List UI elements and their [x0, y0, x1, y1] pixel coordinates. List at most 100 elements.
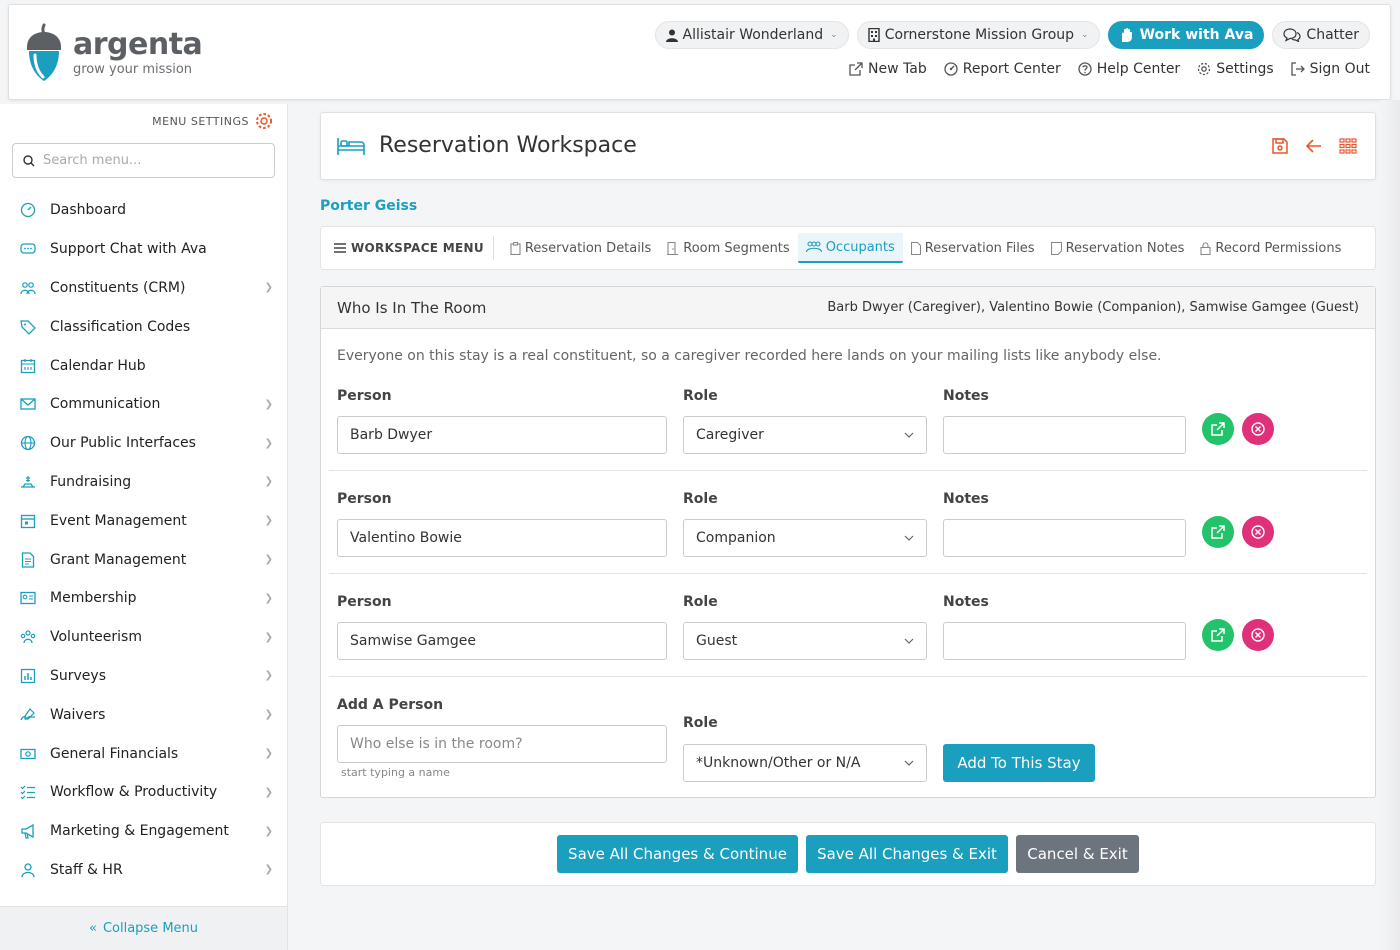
work-with-ava-button[interactable]: Work with Ava [1107, 21, 1265, 49]
notes-field[interactable] [943, 622, 1186, 660]
report-center-link[interactable]: Report Center [944, 61, 1061, 77]
sidebar-item-dashboard[interactable]: Dashboard [0, 191, 287, 230]
tab-reservation-details[interactable]: Reservation Details [502, 233, 659, 263]
brand-logo[interactable]: argenta grow your mission [23, 23, 203, 83]
chatter-button[interactable]: Chatter [1272, 21, 1370, 49]
brand-name: argenta [73, 27, 203, 62]
tab-occupants[interactable]: Occupants [797, 233, 903, 263]
open-record-button[interactable] [1202, 619, 1234, 651]
question-circle-icon [1078, 62, 1092, 76]
tab-room-segments[interactable]: Room Segments [659, 233, 797, 263]
sidebar-item-workflow-productivity[interactable]: Workflow & Productivity ❯ [0, 773, 287, 812]
sidebar-item-fundraising[interactable]: Fundraising ❯ [0, 463, 287, 502]
sidebar-item-calendar-hub[interactable]: Calendar Hub [0, 346, 287, 385]
role-select[interactable]: Caregiver [683, 416, 927, 454]
add-person-field[interactable] [337, 725, 667, 763]
sidebar-item-general-financials[interactable]: General Financials ❯ [0, 734, 287, 773]
envelope-icon [20, 398, 36, 411]
save-exit-button[interactable]: Save All Changes & Exit [806, 835, 1008, 873]
role-label: Role [683, 594, 718, 610]
save-continue-button[interactable]: Save All Changes & Continue [557, 835, 798, 873]
user-icon [665, 29, 678, 42]
add-role-value: *Unknown/Other or N/A [696, 755, 861, 771]
id-card-icon [20, 592, 36, 605]
role-label: Role [683, 388, 718, 404]
role-label: Role [683, 491, 718, 507]
arrow-left-icon[interactable] [1305, 137, 1323, 155]
tab-label: Occupants [825, 239, 895, 255]
sidebar-item-communication[interactable]: Communication ❯ [0, 385, 287, 424]
chevron-right-icon: ❯ [264, 476, 273, 488]
chevron-right-icon: ❯ [264, 437, 273, 449]
sidebar-item-label: Constituents (CRM) [50, 279, 186, 296]
grid-menu-icon[interactable] [1339, 137, 1357, 155]
tab-record-permissions[interactable]: Record Permissions [1192, 233, 1349, 263]
add-person-row: Add A Person start typing a name Role *U… [329, 694, 1367, 794]
sign-out-link[interactable]: Sign Out [1290, 61, 1370, 77]
menu-search-input[interactable] [43, 153, 253, 168]
add-role-label: Role [683, 715, 718, 731]
cancel-exit-button[interactable]: Cancel & Exit [1016, 835, 1139, 873]
role-select[interactable]: Guest [683, 622, 927, 660]
sidebar-item-classification-codes[interactable]: Classification Codes [0, 307, 287, 346]
notes-label: Notes [943, 594, 989, 610]
person-field[interactable]: Samwise Gamgee [337, 622, 667, 660]
menu-settings-button[interactable]: MENU SETTINGS [152, 112, 273, 130]
user-menu-button[interactable]: Allistair Wonderland ⌄ [654, 21, 849, 49]
document-icon [21, 551, 35, 568]
chevron-right-icon: ❯ [264, 670, 273, 682]
chevron-right-icon: ❯ [264, 631, 273, 643]
settings-link[interactable]: Settings [1197, 61, 1274, 77]
add-person-input[interactable] [350, 736, 666, 752]
sign-out-label: Sign Out [1309, 61, 1370, 77]
remove-occupant-button[interactable] [1242, 413, 1274, 445]
sidebar-item-surveys[interactable]: Surveys ❯ [0, 657, 287, 696]
sidebar-item-our-public-interfaces[interactable]: Our Public Interfaces ❯ [0, 424, 287, 463]
notes-field[interactable] [943, 519, 1186, 557]
sidebar-item-grant-management[interactable]: Grant Management ❯ [0, 540, 287, 579]
remove-occupant-button[interactable] [1242, 516, 1274, 548]
sidebar-item-marketing-engagement[interactable]: Marketing & Engagement ❯ [0, 812, 287, 851]
sidebar-item-waivers[interactable]: Waivers ❯ [0, 695, 287, 734]
ava-label: Work with Ava [1139, 27, 1254, 43]
chevron-right-icon: ❯ [264, 709, 273, 721]
door-icon [667, 241, 679, 255]
sidebar-item-constituents-crm[interactable]: Constituents (CRM) ❯ [0, 269, 287, 308]
workspace-menu-button[interactable]: WORKSPACE MENU [334, 236, 494, 260]
lock-icon [1200, 241, 1211, 255]
add-role-select[interactable]: *Unknown/Other or N/A [683, 744, 927, 782]
gear-icon [1198, 62, 1211, 76]
constituent-name-link[interactable]: Porter Geiss [320, 198, 417, 214]
sign-out-icon [1290, 62, 1305, 76]
tab-reservation-files[interactable]: Reservation Files [903, 233, 1043, 263]
donate-icon [21, 475, 35, 488]
megaphone-icon [21, 824, 34, 839]
sidebar-item-label: Workflow & Productivity [50, 784, 218, 801]
add-to-stay-button[interactable]: Add To This Stay [943, 744, 1095, 782]
help-center-link[interactable]: Help Center [1078, 61, 1180, 77]
sidebar-item-membership[interactable]: Membership ❯ [0, 579, 287, 618]
menu-search[interactable] [12, 143, 275, 178]
person-field[interactable]: Valentino Bowie [337, 519, 667, 557]
occupant-row: Person Role Notes Samwise Gamgee Guest [329, 591, 1367, 677]
collapse-menu-button[interactable]: « Collapse Menu [0, 906, 287, 950]
brand-tagline: grow your mission [73, 62, 193, 77]
save-icon[interactable] [1271, 137, 1289, 155]
gauge-icon [944, 62, 958, 76]
sidebar-item-volunteerism[interactable]: Volunteerism ❯ [0, 618, 287, 657]
person-field[interactable]: Barb Dwyer [337, 416, 667, 454]
remove-occupant-button[interactable] [1242, 619, 1274, 651]
tab-reservation-notes[interactable]: Reservation Notes [1043, 233, 1193, 263]
sidebar-item-event-management[interactable]: Event Management ❯ [0, 501, 287, 540]
new-tab-link[interactable]: New Tab [849, 61, 927, 77]
open-record-button[interactable] [1202, 516, 1234, 548]
sidebar-item-support-chat-with-ava[interactable]: Support Chat with Ava [0, 230, 287, 269]
person-value: Barb Dwyer [350, 427, 433, 443]
role-select[interactable]: Companion [683, 519, 927, 557]
settings-label: Settings [1216, 61, 1274, 77]
org-menu-button[interactable]: Cornerstone Mission Group ⌄ [856, 21, 1100, 49]
tab-label: Reservation Files [924, 240, 1035, 256]
open-record-button[interactable] [1202, 413, 1234, 445]
sidebar-item-staff-hr[interactable]: Staff & HR ❯ [0, 851, 287, 890]
notes-field[interactable] [943, 416, 1186, 454]
